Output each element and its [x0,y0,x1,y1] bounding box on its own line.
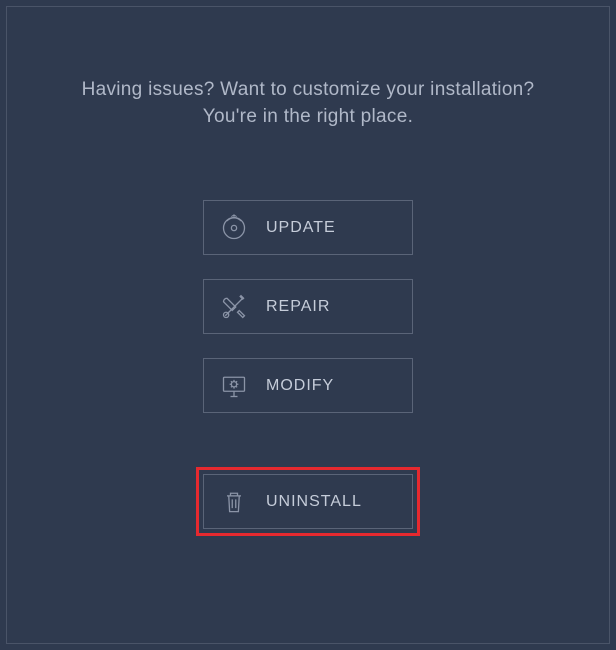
update-label: UPDATE [266,219,336,237]
refresh-disc-icon [220,214,248,242]
repair-label: REPAIR [266,298,330,316]
uninstall-label: UNINSTALL [266,493,362,511]
uninstall-highlight-box: UNINSTALL [196,467,420,536]
modify-button[interactable]: MODIFY [203,358,413,413]
monitor-gear-icon [220,372,248,400]
header-line-2: You're in the right place. [203,106,413,127]
tools-icon [220,293,248,321]
action-buttons: UPDATE REPAIR [196,200,420,536]
header-line-1: Having issues? Want to customize your in… [82,79,535,100]
trash-icon [220,488,248,516]
uninstall-button[interactable]: UNINSTALL [203,474,413,529]
header-text: Having issues? Want to customize your in… [82,77,535,130]
repair-button[interactable]: REPAIR [203,279,413,334]
modify-label: MODIFY [266,377,334,395]
update-button[interactable]: UPDATE [203,200,413,255]
